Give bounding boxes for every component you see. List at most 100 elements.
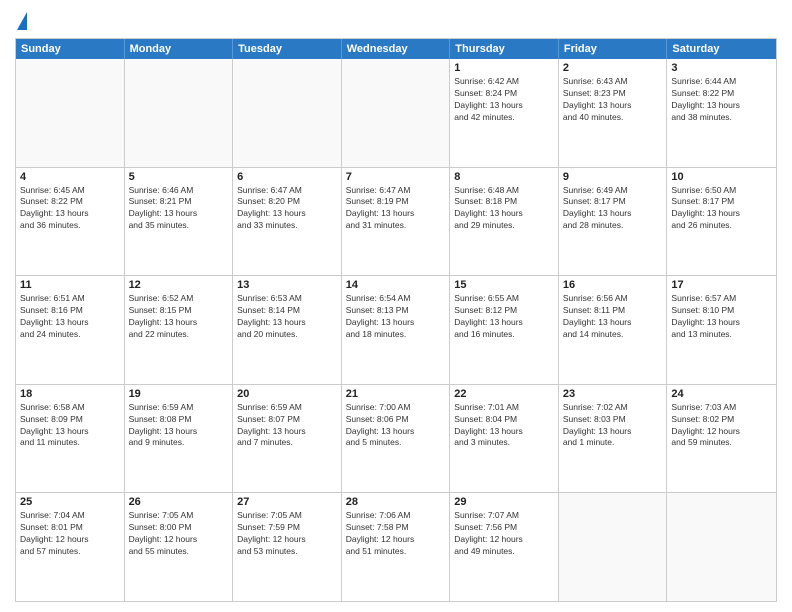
cal-day-11: 11 Sunrise: 6:51 AMSunset: 8:16 PMDayligh… bbox=[16, 276, 125, 384]
day-number: 2 bbox=[563, 62, 663, 74]
cal-day-18: 18 Sunrise: 6:58 AMSunset: 8:09 PMDayligh… bbox=[16, 385, 125, 493]
day-number: 12 bbox=[129, 279, 229, 291]
day-number: 20 bbox=[237, 388, 337, 400]
day-number: 23 bbox=[563, 388, 663, 400]
day-number: 22 bbox=[454, 388, 554, 400]
day-number: 13 bbox=[237, 279, 337, 291]
day-number: 26 bbox=[129, 496, 229, 508]
logo-triangle-icon bbox=[17, 12, 27, 30]
calendar-header: SundayMondayTuesdayWednesdayThursdayFrid… bbox=[16, 39, 776, 59]
cal-day-25: 25 Sunrise: 7:04 AMSunset: 8:01 PMDayligh… bbox=[16, 493, 125, 601]
day-number: 10 bbox=[671, 171, 772, 183]
cal-day-7: 7 Sunrise: 6:47 AMSunset: 8:19 PMDaylight… bbox=[342, 168, 451, 276]
calendar: SundayMondayTuesdayWednesdayThursdayFrid… bbox=[15, 38, 777, 602]
page: SundayMondayTuesdayWednesdayThursdayFrid… bbox=[0, 0, 792, 612]
day-info: Sunrise: 6:42 AMSunset: 8:24 PMDaylight:… bbox=[454, 76, 554, 124]
cal-day-15: 15Sunrise: 6:55 AMSunset: 8:12 PMDayligh… bbox=[450, 276, 559, 384]
day-info: Sunrise: 7:03 AMSunset: 8:02 PMDaylight:… bbox=[671, 402, 772, 450]
cal-day-2: 2 Sunrise: 6:43 AMSunset: 8:23 PMDaylight… bbox=[559, 59, 668, 167]
cal-day-24: 24 Sunrise: 7:03 AMSunset: 8:02 PMDayligh… bbox=[667, 385, 776, 493]
cal-empty bbox=[559, 493, 668, 601]
day-info: Sunrise: 7:00 AMSunset: 8:06 PMDaylight:… bbox=[346, 402, 446, 450]
cal-day-1: 1 Sunrise: 6:42 AMSunset: 8:24 PMDaylight… bbox=[450, 59, 559, 167]
cal-empty bbox=[342, 59, 451, 167]
cal-day-27: 27 Sunrise: 7:05 AMSunset: 7:59 PMDayligh… bbox=[233, 493, 342, 601]
cal-week-1: 1 Sunrise: 6:42 AMSunset: 8:24 PMDaylight… bbox=[16, 59, 776, 168]
header bbox=[15, 10, 777, 30]
cal-day-10: 10 Sunrise: 6:50 AMSunset: 8:17 PMDayligh… bbox=[667, 168, 776, 276]
cal-header-wednesday: Wednesday bbox=[342, 39, 451, 59]
day-number: 16 bbox=[563, 279, 663, 291]
day-info: Sunrise: 7:04 AMSunset: 8:01 PMDaylight:… bbox=[20, 510, 120, 558]
cal-header-thursday: Thursday bbox=[450, 39, 559, 59]
cal-week-4: 18 Sunrise: 6:58 AMSunset: 8:09 PMDayligh… bbox=[16, 385, 776, 494]
day-info: Sunrise: 7:02 AMSunset: 8:03 PMDaylight:… bbox=[563, 402, 663, 450]
cal-header-sunday: Sunday bbox=[16, 39, 125, 59]
day-number: 21 bbox=[346, 388, 446, 400]
cal-day-5: 5 Sunrise: 6:46 AMSunset: 8:21 PMDaylight… bbox=[125, 168, 234, 276]
day-info: Sunrise: 6:58 AMSunset: 8:09 PMDaylight:… bbox=[20, 402, 120, 450]
day-number: 9 bbox=[563, 171, 663, 183]
day-number: 11 bbox=[20, 279, 120, 291]
day-info: Sunrise: 6:57 AMSunset: 8:10 PMDaylight:… bbox=[671, 293, 772, 341]
cal-day-20: 20 Sunrise: 6:59 AMSunset: 8:07 PMDayligh… bbox=[233, 385, 342, 493]
day-number: 3 bbox=[671, 62, 772, 74]
day-number: 1 bbox=[454, 62, 554, 74]
cal-week-2: 4 Sunrise: 6:45 AMSunset: 8:22 PMDaylight… bbox=[16, 168, 776, 277]
day-info: Sunrise: 6:52 AMSunset: 8:15 PMDaylight:… bbox=[129, 293, 229, 341]
cal-day-26: 26 Sunrise: 7:05 AMSunset: 8:00 PMDayligh… bbox=[125, 493, 234, 601]
day-info: Sunrise: 6:45 AMSunset: 8:22 PMDaylight:… bbox=[20, 185, 120, 233]
day-number: 14 bbox=[346, 279, 446, 291]
day-number: 27 bbox=[237, 496, 337, 508]
cal-empty bbox=[667, 493, 776, 601]
day-info: Sunrise: 6:53 AMSunset: 8:14 PMDaylight:… bbox=[237, 293, 337, 341]
cal-day-21: 21 Sunrise: 7:00 AMSunset: 8:06 PMDayligh… bbox=[342, 385, 451, 493]
cal-header-monday: Monday bbox=[125, 39, 234, 59]
calendar-body: 1 Sunrise: 6:42 AMSunset: 8:24 PMDaylight… bbox=[16, 59, 776, 601]
day-info: Sunrise: 7:06 AMSunset: 7:58 PMDaylight:… bbox=[346, 510, 446, 558]
cal-day-8: 8Sunrise: 6:48 AMSunset: 8:18 PMDaylight… bbox=[450, 168, 559, 276]
day-info: Sunrise: 6:50 AMSunset: 8:17 PMDaylight:… bbox=[671, 185, 772, 233]
logo bbox=[15, 14, 27, 30]
day-number: 18 bbox=[20, 388, 120, 400]
day-info: Sunrise: 6:48 AMSunset: 8:18 PMDaylight:… bbox=[454, 185, 554, 233]
cal-day-14: 14Sunrise: 6:54 AMSunset: 8:13 PMDayligh… bbox=[342, 276, 451, 384]
day-number: 6 bbox=[237, 171, 337, 183]
day-info: Sunrise: 7:05 AMSunset: 8:00 PMDaylight:… bbox=[129, 510, 229, 558]
cal-week-5: 25 Sunrise: 7:04 AMSunset: 8:01 PMDayligh… bbox=[16, 493, 776, 601]
day-info: Sunrise: 6:44 AMSunset: 8:22 PMDaylight:… bbox=[671, 76, 772, 124]
cal-day-29: 29 Sunrise: 7:07 AMSunset: 7:56 PMDayligh… bbox=[450, 493, 559, 601]
day-info: Sunrise: 7:05 AMSunset: 7:59 PMDaylight:… bbox=[237, 510, 337, 558]
day-info: Sunrise: 6:59 AMSunset: 8:07 PMDaylight:… bbox=[237, 402, 337, 450]
day-info: Sunrise: 6:47 AMSunset: 8:20 PMDaylight:… bbox=[237, 185, 337, 233]
cal-week-3: 11 Sunrise: 6:51 AMSunset: 8:16 PMDayligh… bbox=[16, 276, 776, 385]
cal-day-12: 12 Sunrise: 6:52 AMSunset: 8:15 PMDayligh… bbox=[125, 276, 234, 384]
day-info: Sunrise: 6:43 AMSunset: 8:23 PMDaylight:… bbox=[563, 76, 663, 124]
cal-empty bbox=[16, 59, 125, 167]
day-info: Sunrise: 6:51 AMSunset: 8:16 PMDaylight:… bbox=[20, 293, 120, 341]
day-number: 25 bbox=[20, 496, 120, 508]
cal-header-saturday: Saturday bbox=[667, 39, 776, 59]
day-number: 5 bbox=[129, 171, 229, 183]
cal-day-3: 3 Sunrise: 6:44 AMSunset: 8:22 PMDaylight… bbox=[667, 59, 776, 167]
cal-day-22: 22Sunrise: 7:01 AMSunset: 8:04 PMDayligh… bbox=[450, 385, 559, 493]
day-info: Sunrise: 6:47 AMSunset: 8:19 PMDaylight:… bbox=[346, 185, 446, 233]
cal-day-16: 16 Sunrise: 6:56 AMSunset: 8:11 PMDayligh… bbox=[559, 276, 668, 384]
day-number: 4 bbox=[20, 171, 120, 183]
cal-empty bbox=[233, 59, 342, 167]
day-number: 29 bbox=[454, 496, 554, 508]
day-info: Sunrise: 7:07 AMSunset: 7:56 PMDaylight:… bbox=[454, 510, 554, 558]
cal-day-23: 23 Sunrise: 7:02 AMSunset: 8:03 PMDayligh… bbox=[559, 385, 668, 493]
cal-header-tuesday: Tuesday bbox=[233, 39, 342, 59]
cal-day-13: 13 Sunrise: 6:53 AMSunset: 8:14 PMDayligh… bbox=[233, 276, 342, 384]
day-number: 17 bbox=[671, 279, 772, 291]
cal-empty bbox=[125, 59, 234, 167]
cal-day-19: 19Sunrise: 6:59 AMSunset: 8:08 PMDayligh… bbox=[125, 385, 234, 493]
day-info: Sunrise: 6:56 AMSunset: 8:11 PMDaylight:… bbox=[563, 293, 663, 341]
cal-header-friday: Friday bbox=[559, 39, 668, 59]
day-info: Sunrise: 6:46 AMSunset: 8:21 PMDaylight:… bbox=[129, 185, 229, 233]
cal-day-17: 17 Sunrise: 6:57 AMSunset: 8:10 PMDayligh… bbox=[667, 276, 776, 384]
day-number: 7 bbox=[346, 171, 446, 183]
cal-day-6: 6 Sunrise: 6:47 AMSunset: 8:20 PMDaylight… bbox=[233, 168, 342, 276]
day-number: 24 bbox=[671, 388, 772, 400]
